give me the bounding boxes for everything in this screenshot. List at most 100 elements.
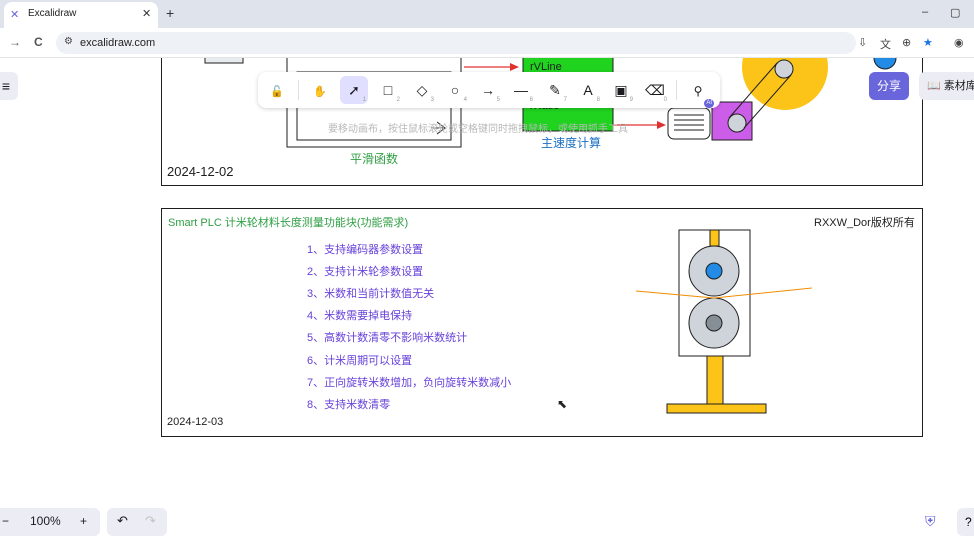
install-app-icon[interactable]: ⇩ bbox=[858, 36, 867, 49]
lock-tool-button[interactable]: 🔓 bbox=[263, 76, 291, 104]
main-menu-button[interactable]: ≡ bbox=[0, 72, 18, 100]
rectangle-tool-button[interactable]: □ 2 bbox=[374, 76, 402, 104]
text-icon: A bbox=[583, 82, 593, 98]
line-icon: — bbox=[514, 82, 528, 98]
arrow-to-encoder-head bbox=[657, 121, 666, 129]
meter-wheel-illustration bbox=[635, 229, 813, 414]
blue-dot bbox=[873, 58, 897, 70]
lower-wheel-hub bbox=[705, 314, 723, 332]
eraser-icon: ⌫ bbox=[645, 82, 665, 98]
canvas-hint-text: 要移动画布，按住鼠标滚轮或空格键同时拖拽鼠标，或使用抓手工具 bbox=[328, 124, 628, 135]
requirement-item: 4、米数需要掉电保持 bbox=[307, 310, 413, 322]
shortcut-key: 0 bbox=[663, 97, 667, 103]
zoom-level[interactable]: 100% bbox=[30, 514, 61, 528]
speed-calc-label: 主速度计算 bbox=[541, 136, 602, 150]
image-tool-button[interactable]: ▣ 9 bbox=[607, 76, 635, 104]
arrow-icon: → bbox=[481, 82, 495, 98]
zoom-out-button[interactable]: − bbox=[2, 514, 9, 528]
smooth-function-label: 平滑函数 bbox=[350, 152, 399, 166]
undo-button[interactable]: ↶ bbox=[117, 513, 128, 529]
pointer-icon: ➚ bbox=[348, 82, 360, 98]
toolbar-divider bbox=[676, 80, 677, 100]
support-post bbox=[706, 355, 724, 405]
library-label: 素材库 bbox=[943, 80, 974, 92]
zoom-in-button[interactable]: + bbox=[80, 514, 87, 528]
history-controls: ↶ ↷ bbox=[107, 508, 167, 536]
translate-icon[interactable]: 文 bbox=[880, 36, 891, 52]
line-tool-button[interactable]: —6 bbox=[507, 76, 535, 104]
mouse-cursor-icon: ⬉ bbox=[557, 397, 568, 411]
profile-icon[interactable]: ◉ bbox=[954, 36, 964, 49]
text-tool-button[interactable]: A8 bbox=[574, 76, 602, 104]
diamond-icon: ◇ bbox=[416, 82, 428, 98]
tab-title: Excalidraw bbox=[28, 8, 77, 19]
rectangle-icon: □ bbox=[383, 82, 393, 98]
browser-tab-strip: ✕ Excalidraw ✕ + – ▢ bbox=[0, 0, 974, 28]
support-base bbox=[666, 403, 767, 414]
help-button[interactable]: ? bbox=[957, 508, 974, 536]
frame-bottom-date: 2024-12-03 bbox=[167, 416, 224, 428]
draw-tool-button[interactable]: ✎ 7 bbox=[541, 76, 569, 104]
library-button[interactable]: 📖 素材库 bbox=[919, 72, 974, 100]
arrow-to-rvline-head bbox=[510, 63, 519, 71]
requirement-item: 6、计米周期可以设置 bbox=[307, 355, 413, 367]
redo-button[interactable]: ↷ bbox=[145, 513, 156, 529]
excalidraw-logo-icon: ✕ bbox=[10, 9, 20, 21]
shortcut-key: 5 bbox=[496, 97, 500, 103]
zoom-icon[interactable]: ⊕ bbox=[902, 36, 911, 49]
url-text: excalidraw.com bbox=[80, 37, 156, 49]
eraser-tool-button[interactable]: ⌫ 0 bbox=[641, 76, 669, 104]
book-icon: 📖 bbox=[927, 80, 944, 92]
omnibox[interactable]: ⚙ excalidraw.com bbox=[56, 32, 856, 54]
upper-wheel-hub bbox=[705, 262, 723, 280]
requirement-item: 1、支持编码器参数设置 bbox=[307, 244, 424, 256]
shortcut-key: 2 bbox=[396, 97, 400, 103]
bookmark-star-icon[interactable]: ★ bbox=[923, 36, 933, 49]
hand-tool-button[interactable]: ✋ bbox=[306, 76, 334, 104]
lock-icon: 🔓 bbox=[270, 86, 284, 98]
site-info-icon[interactable]: ⚙ bbox=[64, 36, 73, 47]
diamond-tool-button[interactable]: ◇ 3 bbox=[408, 76, 436, 104]
share-button[interactable]: 分享 bbox=[869, 72, 909, 100]
hand-icon: ✋ bbox=[313, 86, 327, 98]
shortcut-key: 9 bbox=[629, 97, 633, 103]
requirement-item: 3、米数和当前计数值无关 bbox=[307, 288, 435, 300]
shapes-icon: ⚲ bbox=[693, 84, 703, 98]
year-box bbox=[204, 58, 244, 64]
reload-icon[interactable]: C bbox=[34, 35, 43, 49]
more-tools-button[interactable]: ⚲ AI bbox=[684, 76, 714, 108]
shortcut-key: 4 bbox=[463, 97, 467, 103]
requirement-item: 7、正向旋转米数增加，负向旋转米数减小 bbox=[307, 377, 512, 389]
shortcut-key: 1 bbox=[362, 97, 366, 103]
shield-icon[interactable]: ⛨ bbox=[925, 513, 936, 530]
browser-tab[interactable]: ✕ Excalidraw ✕ bbox=[4, 2, 158, 28]
shortcut-key: 8 bbox=[596, 97, 600, 103]
toolbar-divider bbox=[298, 80, 299, 100]
ai-badge: AI bbox=[704, 99, 714, 108]
requirement-item: 5、高数计数清零不影响米数统计 bbox=[307, 332, 468, 344]
minimize-icon[interactable]: – bbox=[922, 6, 928, 18]
restore-icon[interactable]: ▢ bbox=[950, 6, 960, 19]
frame-top-date: 2024-12-02 bbox=[167, 164, 234, 179]
new-tab-button[interactable]: + bbox=[166, 5, 174, 21]
drawing-canvas[interactable]: rVLine rRatio 平滑函数 主速度计算 2024-12-02 Smar… bbox=[0, 58, 974, 548]
close-tab-icon[interactable]: ✕ bbox=[142, 7, 151, 20]
ellipse-tool-button[interactable]: ○ 4 bbox=[441, 76, 469, 104]
zoom-controls: − 100% + bbox=[0, 508, 100, 536]
requirement-item: 2、支持计米轮参数设置 bbox=[307, 266, 424, 278]
top-screw bbox=[709, 229, 720, 247]
ellipse-icon: ○ bbox=[450, 82, 460, 98]
frame-bottom-title: Smart PLC 计米轮材料长度测量功能块(功能需求) bbox=[168, 217, 409, 229]
encoder-icon bbox=[667, 107, 711, 140]
image-icon: ▣ bbox=[614, 82, 628, 98]
shortcut-key: 3 bbox=[430, 97, 434, 103]
shortcut-key: 7 bbox=[563, 97, 567, 103]
shortcut-key: 6 bbox=[529, 97, 533, 103]
copyright-text: RXXW_Dor版权所有 bbox=[814, 217, 915, 229]
forward-icon[interactable]: → bbox=[9, 35, 21, 49]
pencil-icon: ✎ bbox=[549, 82, 561, 98]
shapes-toolbar: 🔓 ✋ ➚ 1 □ 2 ◇ 3 ○ 4 → 5 —6 ✎ 7 A8 ▣ 9 ⌫ 0 ⚲ AI bbox=[258, 72, 720, 108]
selection-tool-button[interactable]: ➚ 1 bbox=[340, 76, 368, 104]
arrow-tool-button[interactable]: → 5 bbox=[474, 76, 502, 104]
address-bar-row: → C ⚙ excalidraw.com ⇩ 文 ⊕ ★ ◉ bbox=[0, 28, 974, 58]
